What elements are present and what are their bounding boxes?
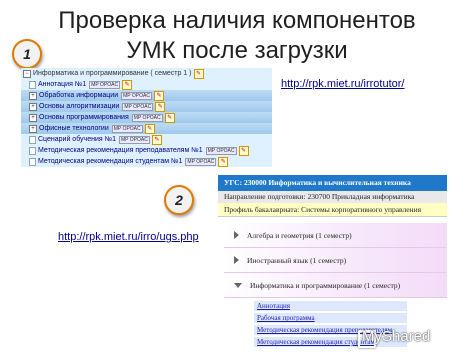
tree-item[interactable]: Методическая рекомендация студентам №1 MP…: [21, 156, 272, 167]
tree-item-tag[interactable]: MP OPOAC: [89, 80, 121, 89]
link-work-program[interactable]: Рабочая программа: [254, 313, 407, 323]
collapse-arrow-icon[interactable]: [234, 282, 242, 288]
edit-icon[interactable]: ✎: [144, 123, 155, 134]
edit-icon[interactable]: ✎: [151, 134, 162, 145]
link-ugs[interactable]: http://rpk.miet.ru/irro/ugs.php: [58, 231, 199, 243]
subject-row[interactable]: Информатика и программирование (1 семест…: [224, 273, 447, 298]
step-badge-1: 1: [12, 39, 42, 69]
tree-item-label: Методическая рекомендация студентам №1: [38, 158, 183, 165]
slide-title: Проверка наличия компонентов УМК после з…: [0, 6, 474, 66]
tree-item[interactable]: Методическая рекомендация преподавателям…: [21, 145, 272, 156]
document-icon: [29, 135, 36, 144]
tree-item-label: Сценарий обучения №1: [38, 136, 116, 143]
edit-icon[interactable]: ✎: [155, 101, 166, 112]
subject-row[interactable]: Иностранный язык (1 семестр): [224, 248, 447, 273]
tree-item-tag[interactable]: MP OPOAC: [119, 135, 150, 144]
edit-icon[interactable]: ✎: [193, 68, 204, 79]
tree-item-label: Основы алгоритмизации: [39, 103, 120, 110]
tree-item-label: Обработка информации: [39, 92, 119, 99]
link-annotation[interactable]: Аннотация: [254, 301, 407, 311]
edit-icon[interactable]: ✎: [122, 79, 133, 90]
ugs-header: УГС: 230000 Информатика и вычислительная…: [218, 175, 447, 191]
tree-item-label: Методическая рекомендация преподавателям…: [38, 147, 203, 154]
expand-arrow-icon[interactable]: [234, 231, 239, 239]
tree-root-label: Информатика и программирование ( семестр…: [33, 70, 192, 77]
expand-icon[interactable]: +: [29, 124, 37, 133]
tree-item[interactable]: Аннотация №1 MP OPOAC ✎: [21, 79, 272, 90]
tree-item-tag[interactable]: MP OPOAC: [111, 124, 143, 133]
tree-item-tag[interactable]: MP OPOAC: [121, 91, 152, 100]
tree-item[interactable]: + Основы программирования MP OPOAC ✎: [21, 112, 272, 123]
document-icon: [29, 146, 36, 155]
subject-label: Информатика и программирование (1 семест…: [250, 280, 401, 290]
edit-icon[interactable]: ✎: [153, 90, 164, 101]
tree-item-label: Основы программирования: [39, 114, 129, 121]
expand-icon[interactable]: +: [29, 102, 37, 111]
tree-item[interactable]: Сценарий обучения №1 MP OPOAC ✎: [21, 134, 272, 145]
subject-row[interactable]: Алгебра и геометрия (1 семестр): [224, 223, 447, 248]
profile-row: Профиль бакалавриата: Системы корпоратив…: [218, 203, 447, 217]
subject-label: Иностранный язык (1 семестр): [247, 255, 347, 265]
title-line-2: УМК после загрузки: [126, 37, 348, 64]
tree-item-label: Аннотация №1: [38, 81, 87, 88]
edit-icon[interactable]: ✎: [218, 156, 229, 167]
subject-label: Алгебра и геометрия (1 семестр): [247, 230, 352, 240]
step-badge-2: 2: [164, 185, 194, 215]
tree-panel: − Информатика и программирование ( семес…: [21, 68, 272, 167]
link-irrotutor[interactable]: http://rpk.miet.ru/irrotutor/: [281, 78, 404, 90]
collapse-icon[interactable]: −: [23, 69, 31, 78]
tree-item[interactable]: + Обработка информации MP OPOAC ✎: [21, 90, 272, 101]
expand-arrow-icon[interactable]: [234, 256, 239, 264]
tree-item-tag[interactable]: MP OPOAC: [205, 146, 237, 155]
document-icon: [29, 157, 36, 166]
tree-item[interactable]: + Основы алгоритмизации MP OPOAC ✎: [21, 101, 272, 112]
tree-item-label: Офисные технологии: [39, 125, 109, 132]
tree-item[interactable]: + Офисные технологии MP OPOAC ✎: [21, 123, 272, 134]
title-line-1: Проверка наличия компонентов: [58, 7, 416, 34]
tree-item-tag[interactable]: MP OPOAC: [185, 157, 217, 166]
tree-root[interactable]: − Информатика и программирование ( семес…: [21, 68, 272, 79]
tree-item-tag[interactable]: MP OPOAC: [131, 113, 163, 122]
edit-icon[interactable]: ✎: [164, 112, 175, 123]
expand-icon[interactable]: +: [29, 91, 37, 100]
expand-icon[interactable]: +: [29, 113, 37, 122]
direction-row: Направление подготовки: 230700 Прикладна…: [218, 191, 447, 203]
edit-icon[interactable]: ✎: [238, 145, 249, 156]
document-icon: [29, 80, 36, 89]
tree-item-tag[interactable]: MP OPOAC: [122, 102, 154, 111]
watermark: MyShared: [362, 328, 431, 345]
